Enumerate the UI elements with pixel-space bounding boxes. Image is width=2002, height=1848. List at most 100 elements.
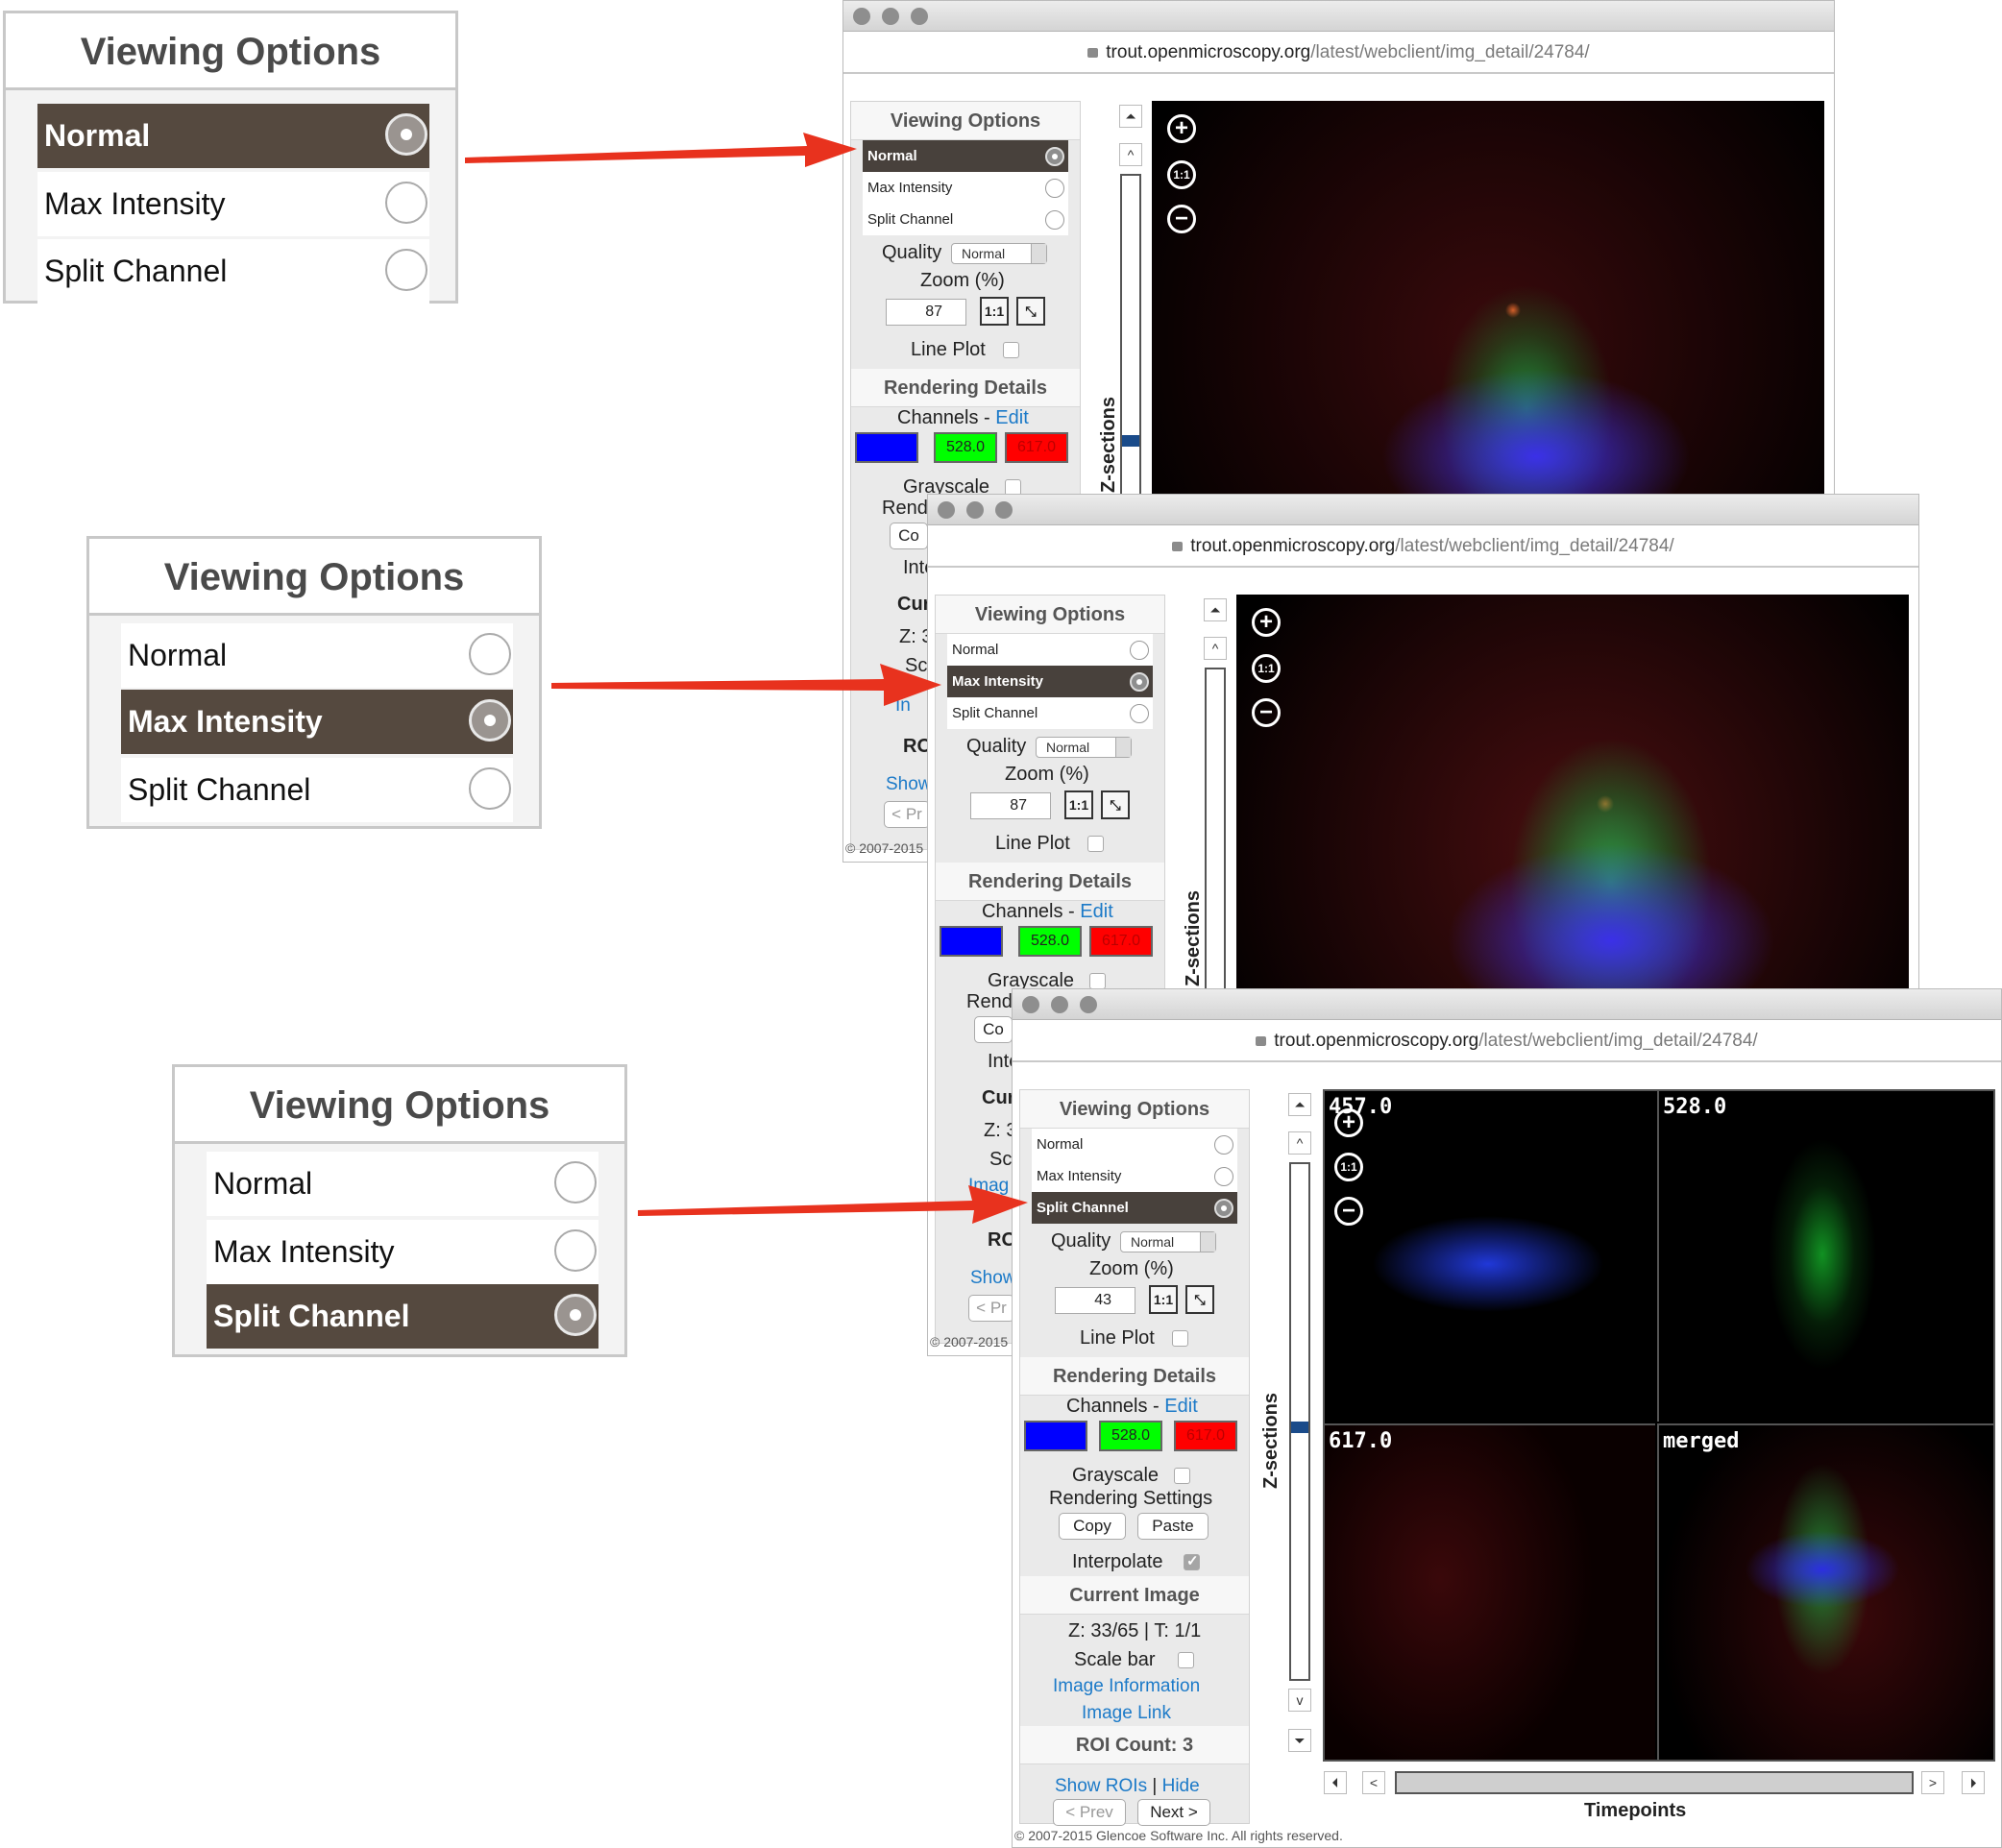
- zoom-out-icon[interactable]: −: [1334, 1197, 1363, 1226]
- timepoints-slider[interactable]: [1395, 1771, 1914, 1794]
- line-plot-checkbox[interactable]: [1172, 1330, 1188, 1347]
- option-normal[interactable]: Normal: [37, 104, 429, 168]
- option-normal[interactable]: Normal: [121, 623, 513, 688]
- last-t-button[interactable]: ⏵: [1962, 1771, 1985, 1794]
- image-link[interactable]: Image Link: [1082, 1703, 1171, 1724]
- close-dot-icon[interactable]: [853, 8, 870, 25]
- image-viewer[interactable]: + 1:1 −: [1152, 101, 1824, 504]
- zoom-1to1-button[interactable]: 1:1: [1149, 1285, 1178, 1314]
- copy-button[interactable]: Co: [974, 1016, 1013, 1043]
- zoom-in-icon[interactable]: +: [1167, 114, 1196, 143]
- zoom-input[interactable]: 87: [970, 792, 1051, 819]
- radio-icon[interactable]: [1214, 1167, 1233, 1186]
- address-bar[interactable]: trout.openmicroscopy.org/latest/webclien…: [843, 32, 1834, 74]
- line-plot-checkbox[interactable]: [1087, 836, 1104, 852]
- z-slider[interactable]: [1205, 668, 1226, 994]
- show-rois-link[interactable]: Show ROIs: [1055, 1776, 1147, 1796]
- option-split-channel[interactable]: Split Channel: [37, 239, 429, 304]
- zoom-out-icon[interactable]: −: [1252, 698, 1281, 727]
- channel-chip-617[interactable]: 617.0: [1005, 432, 1068, 463]
- channels-edit-link[interactable]: Edit: [995, 407, 1028, 428]
- zoom-dot-icon[interactable]: [995, 501, 1013, 519]
- interpolate-checkbox[interactable]: [1184, 1552, 1200, 1570]
- zoom-reset-icon[interactable]: 1:1: [1334, 1153, 1363, 1181]
- minimize-dot-icon[interactable]: [882, 8, 899, 25]
- option-max-intensity[interactable]: Max Intensity: [37, 172, 429, 236]
- z-up-button[interactable]: ^: [1204, 637, 1227, 660]
- minimize-dot-icon[interactable]: [1051, 996, 1068, 1013]
- copy-button[interactable]: Copy: [1059, 1513, 1126, 1540]
- radio-icon[interactable]: [1045, 147, 1064, 166]
- prev-button[interactable]: < Prev: [1053, 1799, 1126, 1826]
- zoom-dot-icon[interactable]: [1080, 996, 1097, 1013]
- zoom-input[interactable]: 87: [886, 299, 966, 326]
- radio-icon[interactable]: [469, 699, 511, 742]
- address-bar[interactable]: trout.openmicroscopy.org/latest/webclien…: [928, 525, 1918, 568]
- quality-select[interactable]: Normal: [1036, 737, 1132, 758]
- option-max-intensity[interactable]: Max Intensity: [121, 690, 513, 754]
- option-normal[interactable]: Normal: [947, 634, 1153, 666]
- zoom-input[interactable]: 43: [1055, 1287, 1135, 1314]
- option-split-channel[interactable]: Split Channel: [947, 697, 1153, 729]
- first-t-button[interactable]: ⏴: [1324, 1771, 1347, 1794]
- grayscale-checkbox[interactable]: [1174, 1468, 1190, 1484]
- zoom-in-icon[interactable]: +: [1334, 1108, 1363, 1137]
- copy-button[interactable]: Co: [890, 523, 928, 549]
- grayscale-checkbox[interactable]: [1089, 973, 1106, 989]
- hide-rois-link[interactable]: Hide: [1162, 1776, 1200, 1796]
- first-z-button[interactable]: ⏶: [1204, 598, 1227, 621]
- first-z-button[interactable]: ⏶: [1119, 105, 1142, 128]
- radio-icon[interactable]: [385, 113, 427, 156]
- radio-icon[interactable]: [554, 1294, 597, 1336]
- option-split-channel[interactable]: Split Channel: [1032, 1192, 1237, 1224]
- radio-icon[interactable]: [469, 767, 511, 810]
- z-slider[interactable]: [1120, 174, 1141, 500]
- radio-icon[interactable]: [554, 1229, 597, 1272]
- channel-chip-528[interactable]: 528.0: [1099, 1421, 1162, 1451]
- quality-select[interactable]: Normal: [1120, 1231, 1216, 1252]
- zoom-dot-icon[interactable]: [911, 8, 928, 25]
- zoom-1to1-button[interactable]: 1:1: [980, 297, 1009, 326]
- option-split-channel[interactable]: Split Channel: [207, 1284, 598, 1349]
- radio-icon[interactable]: [1130, 704, 1149, 723]
- split-channel-viewer[interactable]: 457.0 528.0 617.0 merged + 1:1 −: [1323, 1089, 1995, 1762]
- radio-icon[interactable]: [1214, 1135, 1233, 1155]
- show-rois-link[interactable]: Show: [970, 1268, 1016, 1289]
- image-information-link[interactable]: Image Information: [1053, 1676, 1200, 1697]
- next-button[interactable]: Next >: [1137, 1799, 1210, 1826]
- radio-icon[interactable]: [469, 633, 511, 675]
- zoom-fit-button[interactable]: ⤡: [1185, 1285, 1214, 1314]
- option-max-intensity[interactable]: Max Intensity: [863, 172, 1068, 204]
- image-viewer[interactable]: + 1:1 −: [1236, 595, 1909, 998]
- z-up-button[interactable]: ^: [1288, 1131, 1311, 1155]
- zoom-in-icon[interactable]: +: [1252, 608, 1281, 637]
- channel-chip-457[interactable]: 457.0: [1024, 1421, 1087, 1451]
- channel-chip-528[interactable]: 528.0: [934, 432, 997, 463]
- channel-chip-617[interactable]: 617.0: [1174, 1421, 1237, 1451]
- z-slider-thumb[interactable]: [1291, 1422, 1308, 1433]
- show-rois-link[interactable]: Show: [886, 774, 932, 795]
- zoom-fit-button[interactable]: ⤡: [1101, 790, 1130, 819]
- radio-icon[interactable]: [1214, 1199, 1233, 1218]
- option-max-intensity[interactable]: Max Intensity: [947, 666, 1153, 697]
- t-prev-button[interactable]: <: [1362, 1771, 1385, 1794]
- option-normal[interactable]: Normal: [1032, 1129, 1237, 1160]
- z-down-button[interactable]: v: [1288, 1689, 1311, 1712]
- first-z-button[interactable]: ⏶: [1288, 1093, 1311, 1116]
- zoom-out-icon[interactable]: −: [1167, 205, 1196, 233]
- option-max-intensity[interactable]: Max Intensity: [1032, 1160, 1237, 1192]
- close-dot-icon[interactable]: [1022, 996, 1039, 1013]
- option-max-intensity[interactable]: Max Intensity: [207, 1220, 598, 1284]
- close-dot-icon[interactable]: [938, 501, 955, 519]
- option-split-channel[interactable]: Split Channel: [121, 758, 513, 822]
- zoom-fit-button[interactable]: ⤡: [1016, 297, 1045, 326]
- z-up-button[interactable]: ^: [1119, 143, 1142, 166]
- channel-chip-528[interactable]: 528.0: [1018, 926, 1082, 957]
- quality-select[interactable]: Normal: [951, 243, 1047, 264]
- prev-button[interactable]: < Pr: [884, 801, 930, 828]
- radio-icon[interactable]: [1130, 641, 1149, 660]
- address-bar[interactable]: trout.openmicroscopy.org/latest/webclien…: [1013, 1020, 2001, 1062]
- radio-icon[interactable]: [1045, 179, 1064, 198]
- radio-icon[interactable]: [1130, 672, 1149, 692]
- last-z-button[interactable]: ⏷: [1288, 1729, 1311, 1752]
